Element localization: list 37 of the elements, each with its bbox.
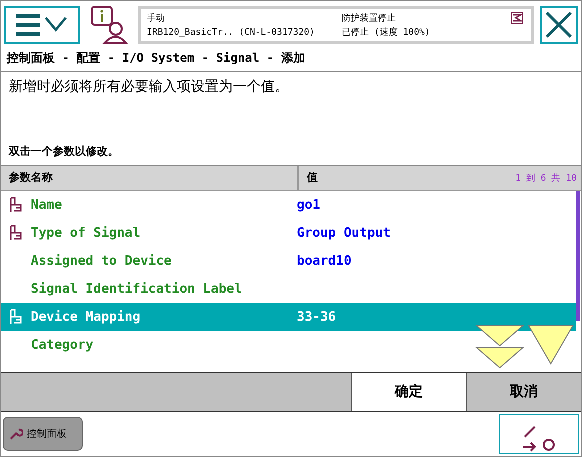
status-panel[interactable]: 手动 IRB120_BasicTr.. (CN-L-0317320) 防护装置停止 已停止 (速度 100%) xyxy=(138,6,534,44)
wrench-icon xyxy=(9,427,23,441)
breadcrumb: 控制面板 - 配置 - I/O System - Signal - 添加 xyxy=(1,46,581,72)
hint-text: 双击一个参数以修改。 xyxy=(9,144,120,159)
parameter-value: go1 xyxy=(297,198,320,212)
column-header: 参数名称 xyxy=(1,166,299,190)
close-icon xyxy=(544,10,574,40)
parameter-row[interactable]: Type of Signal Group Output xyxy=(1,219,576,247)
parameter-row[interactable]: Category xyxy=(1,331,576,359)
parameter-name: Assigned to Device xyxy=(31,254,173,268)
robot-text: IRB120_BasicTr.. (CN-L-0317320) xyxy=(147,28,316,38)
scroll-down-icon[interactable] xyxy=(527,324,575,366)
parameter-row[interactable]: Assigned to Device board10 xyxy=(1,247,576,275)
menu-button[interactable] xyxy=(4,6,80,44)
state-text: 已停止 (速度 100%) xyxy=(342,26,432,38)
parameter-name: Device Mapping xyxy=(31,310,142,324)
close-button[interactable] xyxy=(540,6,578,44)
mode-text: 手动 xyxy=(147,12,166,26)
quickset-button[interactable] xyxy=(499,414,579,454)
ok-button[interactable]: 确定 xyxy=(351,373,466,411)
status-icon xyxy=(511,12,523,24)
parameter-name: Type of Signal xyxy=(31,226,142,240)
taskbar-item[interactable]: 控制面板 xyxy=(3,417,83,451)
parameter-value: 33-36 xyxy=(297,310,336,324)
safety-text: 防护装置停止 xyxy=(342,12,397,24)
parameter-value: board10 xyxy=(297,254,352,268)
info-person-icon[interactable] xyxy=(90,5,128,45)
row-range-text: 1 到 6 共 10 xyxy=(516,172,577,185)
parameter-name: Signal Identification Label xyxy=(31,282,244,296)
instruction-text: 新增时必须将所有必要输入项设置为一个值。 xyxy=(9,78,290,96)
parameter-name: Category xyxy=(31,338,95,352)
parameter-row[interactable]: Signal Identification Label xyxy=(1,275,576,303)
parameter-name: Name xyxy=(31,198,64,212)
page-down-icon[interactable] xyxy=(475,324,525,370)
parameter-row[interactable]: Name go1 xyxy=(1,191,576,219)
column-header: 值 xyxy=(306,170,319,186)
parameter-value: Group Output xyxy=(297,226,391,240)
